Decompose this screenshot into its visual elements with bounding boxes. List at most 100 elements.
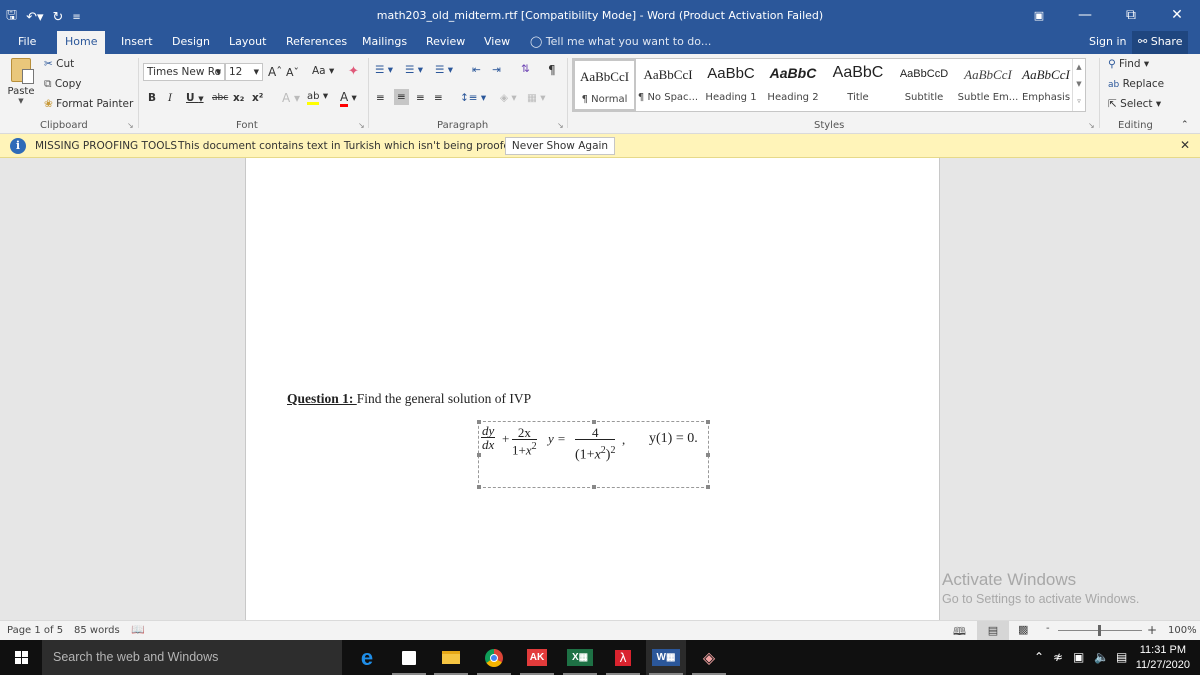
subscript-button[interactable]: x₂	[233, 92, 244, 104]
align-left-icon[interactable]: ≡	[376, 92, 385, 104]
resize-handle[interactable]	[477, 453, 481, 457]
sign-in-link[interactable]: Sign in	[1089, 31, 1127, 53]
shrink-font-icon[interactable]: Aˇ	[286, 66, 299, 79]
show-formatting-marks-icon[interactable]: ¶	[548, 63, 556, 77]
resize-handle[interactable]	[477, 485, 481, 489]
style-subtle-emphasis[interactable]: AaBbCcI Subtle Em...	[956, 59, 1020, 111]
italic-button[interactable]: I	[168, 92, 172, 104]
more-styles-icon[interactable]: ▿	[1073, 93, 1085, 110]
superscript-button[interactable]: x²	[252, 92, 263, 104]
tab-review[interactable]: Review	[418, 31, 473, 54]
close-button[interactable]: ✕	[1154, 0, 1200, 31]
close-icon[interactable]: ✕	[1180, 138, 1190, 152]
resize-handle[interactable]	[706, 453, 710, 457]
document-page[interactable]: Question 1: Find the general solution of…	[245, 158, 940, 620]
proofing-icon[interactable]: 📖	[131, 623, 145, 636]
multilevel-list-icon[interactable]: ☰ ▾	[435, 64, 453, 76]
copy-button[interactable]: ⧉ Copy	[44, 78, 81, 91]
resize-handle[interactable]	[706, 420, 710, 424]
bullets-icon[interactable]: ☰ ▾	[375, 64, 393, 76]
ribbon-display-options-icon[interactable]: ▣	[1016, 0, 1062, 31]
styles-scroll[interactable]: ▲ ▼ ▿	[1072, 59, 1085, 111]
equation-object[interactable]: dy dx + 2x 1+x2 y = 4 (1+x2)2 , y(1) = 0.	[477, 420, 710, 489]
tab-insert[interactable]: Insert	[113, 31, 161, 54]
battery-icon[interactable]: ▣	[1073, 640, 1084, 675]
page-count[interactable]: Page 1 of 5	[7, 625, 63, 636]
style-heading-2[interactable]: AaBbC Heading 2	[762, 59, 824, 111]
replace-button[interactable]: ab Replace	[1108, 78, 1164, 90]
store-app[interactable]	[389, 640, 429, 675]
highlight-color-button[interactable]: ab ▾	[307, 90, 328, 105]
grow-font-icon[interactable]: Aˆ	[268, 65, 282, 79]
resize-handle[interactable]	[592, 420, 596, 424]
edge-app[interactable]: e	[347, 640, 387, 675]
styles-launcher-icon[interactable]: ↘	[1088, 121, 1095, 130]
minimize-button[interactable]: —	[1062, 0, 1108, 31]
collapse-ribbon-icon[interactable]: ⌃	[1181, 120, 1189, 130]
clear-formatting-icon[interactable]: ✦	[348, 64, 359, 79]
tab-references[interactable]: References	[278, 31, 355, 54]
style-title[interactable]: AaBbC Title	[824, 59, 892, 111]
justify-icon[interactable]: ≡	[434, 92, 443, 104]
scroll-up-icon[interactable]: ▲	[1073, 59, 1085, 76]
restore-button[interactable]: ⧉	[1108, 0, 1154, 31]
tab-file[interactable]: File	[10, 31, 44, 54]
tab-view[interactable]: View	[476, 31, 518, 54]
clipboard-launcher-icon[interactable]: ↘	[127, 121, 134, 130]
style-no-spacing[interactable]: AaBbCcI ¶ No Spac...	[636, 59, 700, 111]
share-button[interactable]: ⚯ Share	[1132, 31, 1189, 54]
paste-button[interactable]: Paste ▼	[6, 58, 36, 110]
tab-mailings[interactable]: Mailings	[354, 31, 415, 54]
style-heading-1[interactable]: AaBbC Heading 1	[700, 59, 762, 111]
numbering-icon[interactable]: ☰ ▾	[405, 64, 423, 76]
tab-layout[interactable]: Layout	[221, 31, 274, 54]
zoom-in-button[interactable]: +	[1147, 623, 1157, 637]
line-spacing-icon[interactable]: ↕≡ ▾	[460, 92, 486, 104]
show-hidden-icons[interactable]: ⌃	[1034, 640, 1044, 675]
acrobat-app[interactable]: λ	[603, 640, 643, 675]
word-count[interactable]: 85 words	[74, 625, 120, 636]
style-normal[interactable]: AaBbCcI ¶ Normal	[573, 59, 636, 111]
resize-handle[interactable]	[592, 485, 596, 489]
file-explorer-app[interactable]	[431, 640, 471, 675]
clock[interactable]: 11:31 PM 11/27/2020	[1136, 643, 1190, 673]
other-app[interactable]: ◈	[689, 640, 729, 675]
font-color-button[interactable]: A ▾	[340, 90, 357, 107]
font-name-combo[interactable]: Times New Ro ▼	[143, 63, 225, 81]
never-show-again-button[interactable]: Never Show Again	[505, 137, 615, 155]
paragraph-launcher-icon[interactable]: ↘	[557, 121, 564, 130]
increase-indent-icon[interactable]: ⇥	[492, 64, 501, 76]
sort-icon[interactable]: ⇅	[521, 63, 530, 75]
start-button[interactable]	[0, 640, 42, 675]
borders-icon[interactable]: ▦ ▾	[527, 92, 546, 104]
select-button[interactable]: ⇱ Select ▾	[1108, 98, 1161, 110]
volume-icon[interactable]: 🔈	[1094, 640, 1109, 675]
font-size-combo[interactable]: 12 ▼	[225, 63, 263, 81]
zoom-level[interactable]: 100%	[1168, 625, 1197, 636]
print-layout-icon[interactable]: ▤	[977, 621, 1009, 640]
font-launcher-icon[interactable]: ↘	[358, 121, 365, 130]
tell-me-box[interactable]: ◯ Tell me what you want to do...	[530, 31, 711, 53]
excel-app[interactable]: X▦	[560, 640, 600, 675]
cut-button[interactable]: ✂ Cut	[44, 58, 74, 70]
zoom-slider[interactable]	[1058, 625, 1142, 636]
action-center-icon[interactable]: ▤	[1116, 640, 1127, 675]
style-emphasis[interactable]: AaBbCcI Emphasis	[1020, 59, 1072, 111]
scroll-down-icon[interactable]: ▼	[1073, 76, 1085, 93]
strikethrough-button[interactable]: abc	[212, 93, 228, 103]
resize-handle[interactable]	[706, 485, 710, 489]
underline-button[interactable]: U ▼	[186, 92, 204, 104]
shading-icon[interactable]: ◈ ▾	[500, 92, 517, 104]
decrease-indent-icon[interactable]: ⇤	[472, 64, 481, 76]
text-effects-icon[interactable]: A ▾	[282, 91, 300, 105]
zoom-slider-thumb[interactable]	[1098, 625, 1101, 636]
chrome-app[interactable]	[474, 640, 514, 675]
align-right-icon[interactable]: ≡	[416, 92, 425, 104]
web-layout-icon[interactable]: ▩	[1018, 623, 1028, 636]
wifi-icon[interactable]: ≉	[1053, 640, 1063, 675]
find-button[interactable]: ⚲ Find ▾	[1108, 58, 1149, 70]
bold-button[interactable]: B	[148, 92, 156, 104]
tab-design[interactable]: Design	[164, 31, 218, 54]
word-app[interactable]: W▦	[646, 640, 686, 675]
taskbar-search[interactable]: Search the web and Windows	[42, 640, 342, 675]
